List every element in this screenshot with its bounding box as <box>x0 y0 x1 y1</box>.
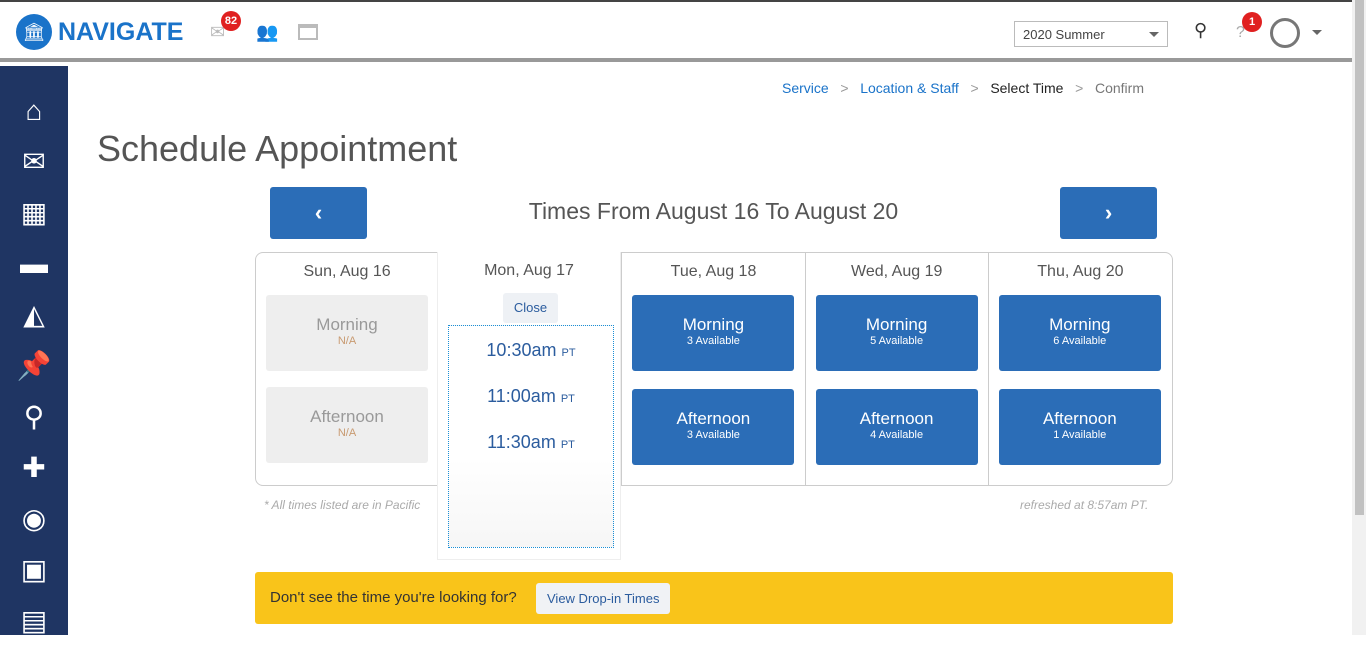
top-bar: 🏛 NAVIGATE ✉ 82 👥 2020 Summer ⚲ ? 1 <box>0 0 1352 62</box>
afternoon-slot[interactable]: Afternoon 1 Available <box>998 389 1161 465</box>
calendar-grid: Sun, Aug 16 Morning N/A Afternoon N/A Tue,… <box>255 252 1173 486</box>
view-drop-in-button[interactable]: View Drop-in Times <box>536 583 671 614</box>
logo[interactable]: 🏛 NAVIGATE <box>16 14 183 50</box>
chevron-down-icon[interactable] <box>1312 30 1322 40</box>
crumb-separator: > <box>828 80 861 96</box>
brand-name: NAVIGATE <box>58 17 184 46</box>
time-option[interactable]: 11:00am PT <box>449 386 613 418</box>
close-button[interactable]: Close <box>503 293 558 323</box>
avatar[interactable] <box>1270 18 1300 48</box>
banner-text: Don't see the time you're looking for? <box>270 589 517 606</box>
expanded-day-column: Mon, Aug 17 Close 10:30am PT 11:00am PT … <box>437 252 621 560</box>
day-header: Wed, Aug 19 <box>851 263 943 280</box>
mail-badge: 82 <box>221 11 241 31</box>
crumb-confirm: Confirm <box>1094 80 1144 96</box>
search-icon[interactable]: ⚲ <box>1194 20 1207 41</box>
crumb-select-time: Select Time <box>990 80 1064 96</box>
prev-week-button[interactable]: ‹ <box>270 187 367 239</box>
institution-icon: 🏛 <box>16 14 52 50</box>
help-badge: 1 <box>1242 12 1262 32</box>
scrollbar[interactable] <box>1352 0 1366 635</box>
afternoon-slot[interactable]: Afternoon 3 Available <box>632 389 795 465</box>
window-icon[interactable] <box>298 24 318 40</box>
afternoon-slot[interactable]: Afternoon 4 Available <box>815 389 978 465</box>
document-icon[interactable]: ▤ <box>0 595 68 646</box>
morning-slot[interactable]: Morning 5 Available <box>815 295 978 371</box>
drop-in-banner: Don't see the time you're looking for? V… <box>255 572 1173 624</box>
day-header: Sun, Aug 16 <box>303 263 391 280</box>
time-list: 10:30am PT 11:00am PT 11:30am PT <box>448 325 614 548</box>
pulse-icon[interactable]: ◉ <box>0 493 68 544</box>
day-header: Tue, Aug 18 <box>670 263 757 280</box>
search-icon[interactable]: ⚲ <box>0 391 68 442</box>
afternoon-slot: Afternoon N/A <box>266 387 428 463</box>
time-option[interactable]: 10:30am PT <box>449 340 613 372</box>
term-select[interactable]: 2020 Summer <box>1014 21 1168 47</box>
crumb-separator: > <box>958 80 991 96</box>
students-icon[interactable]: 👥 <box>256 22 278 43</box>
next-week-button[interactable]: › <box>1060 187 1157 239</box>
day-column: Tue, Aug 18 Morning 3 Available Afternoon… <box>622 253 806 485</box>
sidebar: ⌂ ✉ ▦ ▬ ◭ 📌 ⚲ ✚ ◉ ▣ ▤ <box>0 66 68 636</box>
presentation-icon[interactable]: ▣ <box>0 544 68 595</box>
folder-icon[interactable]: ▬ <box>0 238 68 289</box>
day-header: Mon, Aug 17 <box>484 262 574 279</box>
day-column: Wed, Aug 19 Morning 5 Available Afternoon… <box>806 253 989 485</box>
morning-slot: Morning N/A <box>266 295 428 371</box>
breadcrumb: Service > Location & Staff > Select Time… <box>782 80 1144 96</box>
day-column: Sun, Aug 16 Morning N/A Afternoon N/A <box>256 253 440 485</box>
refreshed-note: refreshed at 8:57am PT. <box>1020 498 1149 512</box>
tag-icon[interactable]: ✚ <box>0 442 68 493</box>
crumb-service[interactable]: Service <box>782 80 829 96</box>
mail-icon[interactable]: ✉ <box>0 136 68 187</box>
day-header: Thu, Aug 20 <box>1037 263 1124 280</box>
chevron-down-icon <box>1149 32 1159 42</box>
pin-icon[interactable]: 📌 <box>0 340 68 391</box>
chart-icon[interactable]: ◭ <box>0 289 68 340</box>
morning-slot[interactable]: Morning 6 Available <box>998 295 1161 371</box>
scrollbar-thumb[interactable] <box>1355 0 1364 515</box>
morning-slot[interactable]: Morning 3 Available <box>632 295 795 371</box>
day-column: Thu, Aug 20 Morning 6 Available Afternoon… <box>989 253 1172 485</box>
date-range-title: Times From August 16 To August 20 <box>528 198 899 224</box>
crumb-separator: > <box>1063 80 1095 96</box>
crumb-location-staff[interactable]: Location & Staff <box>860 80 959 96</box>
calendar-icon[interactable]: ▦ <box>0 187 68 238</box>
time-option[interactable]: 11:30am PT <box>449 432 613 464</box>
home-icon[interactable]: ⌂ <box>0 85 68 136</box>
timezone-note: * All times listed are in Pacific <box>264 498 421 512</box>
page-title: Schedule Appointment <box>97 128 458 169</box>
